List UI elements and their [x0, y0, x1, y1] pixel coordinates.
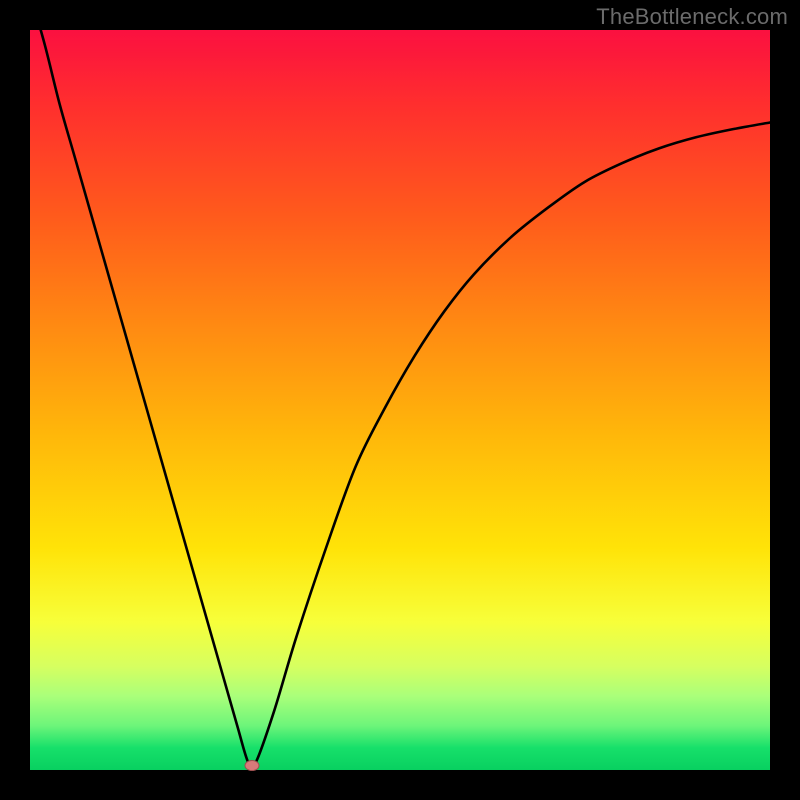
bottleneck-curve	[30, 0, 770, 768]
watermark-label: TheBottleneck.com	[596, 4, 788, 30]
chart-frame: TheBottleneck.com	[0, 0, 800, 800]
plot-area	[30, 30, 770, 770]
optimal-point-marker	[245, 761, 259, 771]
chart-svg	[30, 30, 770, 770]
